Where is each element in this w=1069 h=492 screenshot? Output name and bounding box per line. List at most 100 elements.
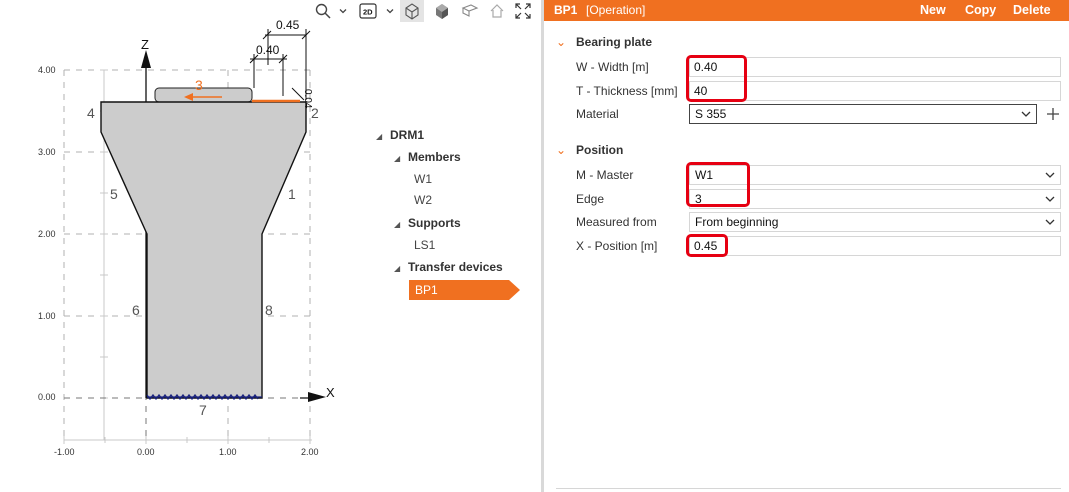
material-value: S 355 [695, 107, 727, 121]
material-select[interactable]: S 355 [689, 104, 1037, 124]
tree-node-supports[interactable]: ◢ Supports [394, 213, 461, 233]
search-dropdown-button[interactable] [337, 1, 349, 21]
panel-bottom-divider [556, 488, 1061, 489]
chevron-down-icon [1045, 196, 1055, 202]
width-label: W - Width [m] [576, 60, 649, 74]
tree-item-bp1-selected[interactable]: BP1 [409, 280, 520, 300]
wireframe-view-button[interactable] [400, 0, 424, 22]
home-icon [490, 4, 504, 18]
x-axis-label: X [326, 385, 335, 400]
z-tick-label: 4.00 [38, 65, 56, 75]
tree-item-w1[interactable]: W1 [414, 169, 432, 189]
property-panel: BP1 [Operation] New Copy Delete ⌄ Bearing… [544, 0, 1069, 492]
edge-number-1: 1 [288, 186, 296, 202]
measured-from-select[interactable]: From beginning [689, 212, 1061, 232]
expanded-triangle-icon: ◢ [394, 220, 401, 229]
tree-item-w2[interactable]: W2 [414, 190, 432, 210]
chevron-down-icon [1045, 172, 1055, 178]
dimension-side-label: 0.04 [302, 89, 313, 109]
add-material-icon[interactable] [1046, 107, 1060, 121]
edge-select[interactable]: 3 [689, 189, 1061, 209]
chevron-down-icon [1021, 111, 1031, 117]
tree-node-label: Transfer devices [408, 260, 503, 274]
new-button[interactable]: New [920, 0, 946, 21]
edge-number-8: 8 [265, 302, 273, 318]
tree-node-label: Members [408, 150, 461, 164]
x-tick-label: 2.00 [301, 447, 319, 457]
tree-node-members[interactable]: ◢ Members [394, 147, 461, 167]
search-icon [315, 3, 331, 19]
z-tick-label: 1.00 [38, 311, 56, 321]
chevron-down-icon: ⌄ [556, 35, 567, 49]
z-tick-label: 0.00 [38, 392, 56, 402]
tree-node-drm1[interactable]: ◢ DRM1 [376, 125, 424, 145]
chevron-down-icon: ⌄ [556, 143, 567, 157]
width-input[interactable]: 0.40 [689, 57, 1061, 77]
dimension-plate-label: 0.40 [256, 43, 280, 57]
tree-node-label: DRM1 [390, 128, 425, 142]
tree-node-transfer-devices[interactable]: ◢ Transfer devices [394, 257, 503, 277]
edge-number-6: 6 [132, 302, 140, 318]
dimension-width-label: 0.45 [276, 18, 300, 32]
measured-from-value: From beginning [695, 215, 779, 229]
edge-number-7: 7 [199, 402, 207, 418]
wireframe-cube-icon [405, 3, 419, 20]
view-2d-icon: 2D [359, 3, 377, 19]
section-position[interactable]: ⌄ Position [556, 141, 623, 159]
master-select[interactable]: W1 [689, 165, 1061, 185]
section-title: Bearing plate [576, 35, 653, 49]
chevron-down-icon [386, 9, 394, 14]
x-tick-label: 1.00 [219, 447, 237, 457]
master-label: M - Master [576, 168, 634, 182]
panel-title: BP1 [554, 3, 578, 17]
solid-view-button[interactable] [432, 1, 452, 21]
edge-number-3: 3 [195, 77, 203, 93]
x-axis-arrow [308, 392, 326, 402]
measured-from-label: Measured from [576, 215, 657, 229]
edge-number-5: 5 [110, 186, 118, 202]
edge-label: Edge [576, 192, 605, 206]
tree-item-ls1[interactable]: LS1 [414, 235, 435, 255]
master-value: W1 [695, 168, 713, 182]
panel-header: BP1 [Operation] New Copy Delete [544, 0, 1069, 21]
view-dropdown-button[interactable] [384, 1, 396, 21]
panel-subtitle: [Operation] [586, 3, 646, 17]
material-label: Material [576, 107, 619, 121]
app-root: 4.00 3.00 2.00 1.00 0.00 -1.00 0.00 1.00… [0, 0, 1069, 492]
plane-icon [461, 4, 479, 17]
fit-view-icon [515, 3, 531, 19]
x-position-input[interactable]: 0.45 [689, 236, 1061, 256]
expanded-triangle-icon: ◢ [394, 154, 401, 163]
tree-item-label: BP1 [415, 283, 438, 297]
copy-button[interactable]: Copy [965, 0, 996, 21]
bearing-plate-shape[interactable] [154, 87, 253, 103]
view-2d-button[interactable]: 2D [358, 1, 378, 21]
chevron-down-icon [1045, 219, 1055, 225]
search-button[interactable] [314, 1, 332, 21]
thickness-label: T - Thickness [mm] [576, 84, 678, 98]
drawing-canvas[interactable]: 4.00 3.00 2.00 1.00 0.00 -1.00 0.00 1.00… [0, 0, 365, 492]
section-bearing-plate[interactable]: ⌄ Bearing plate [556, 33, 652, 51]
edge-value: 3 [695, 192, 702, 206]
solid-cube-icon [436, 4, 448, 19]
expanded-triangle-icon: ◢ [394, 264, 401, 273]
plane-view-button[interactable] [460, 1, 480, 21]
delete-button[interactable]: Delete [1013, 0, 1051, 21]
view-toolbar: 2D [310, 0, 540, 22]
section-title: Position [576, 143, 624, 157]
fit-view-button[interactable] [513, 1, 533, 21]
x-tick-label: -1.00 [54, 447, 75, 457]
chevron-down-icon [339, 9, 347, 14]
view-2d-text: 2D [363, 8, 373, 17]
x-position-label: X - Position [m] [576, 239, 658, 253]
tree-node-label: Supports [408, 216, 461, 230]
cross-section-shape[interactable] [100, 101, 307, 399]
z-tick-label: 3.00 [38, 147, 56, 157]
z-axis-label: Z [141, 37, 149, 52]
z-axis-arrow [141, 50, 151, 68]
edge-number-4: 4 [87, 105, 95, 121]
thickness-input[interactable]: 40 [689, 81, 1061, 101]
expanded-triangle-icon: ◢ [376, 132, 383, 141]
z-tick-label: 2.00 [38, 229, 56, 239]
home-view-button[interactable] [487, 1, 507, 21]
